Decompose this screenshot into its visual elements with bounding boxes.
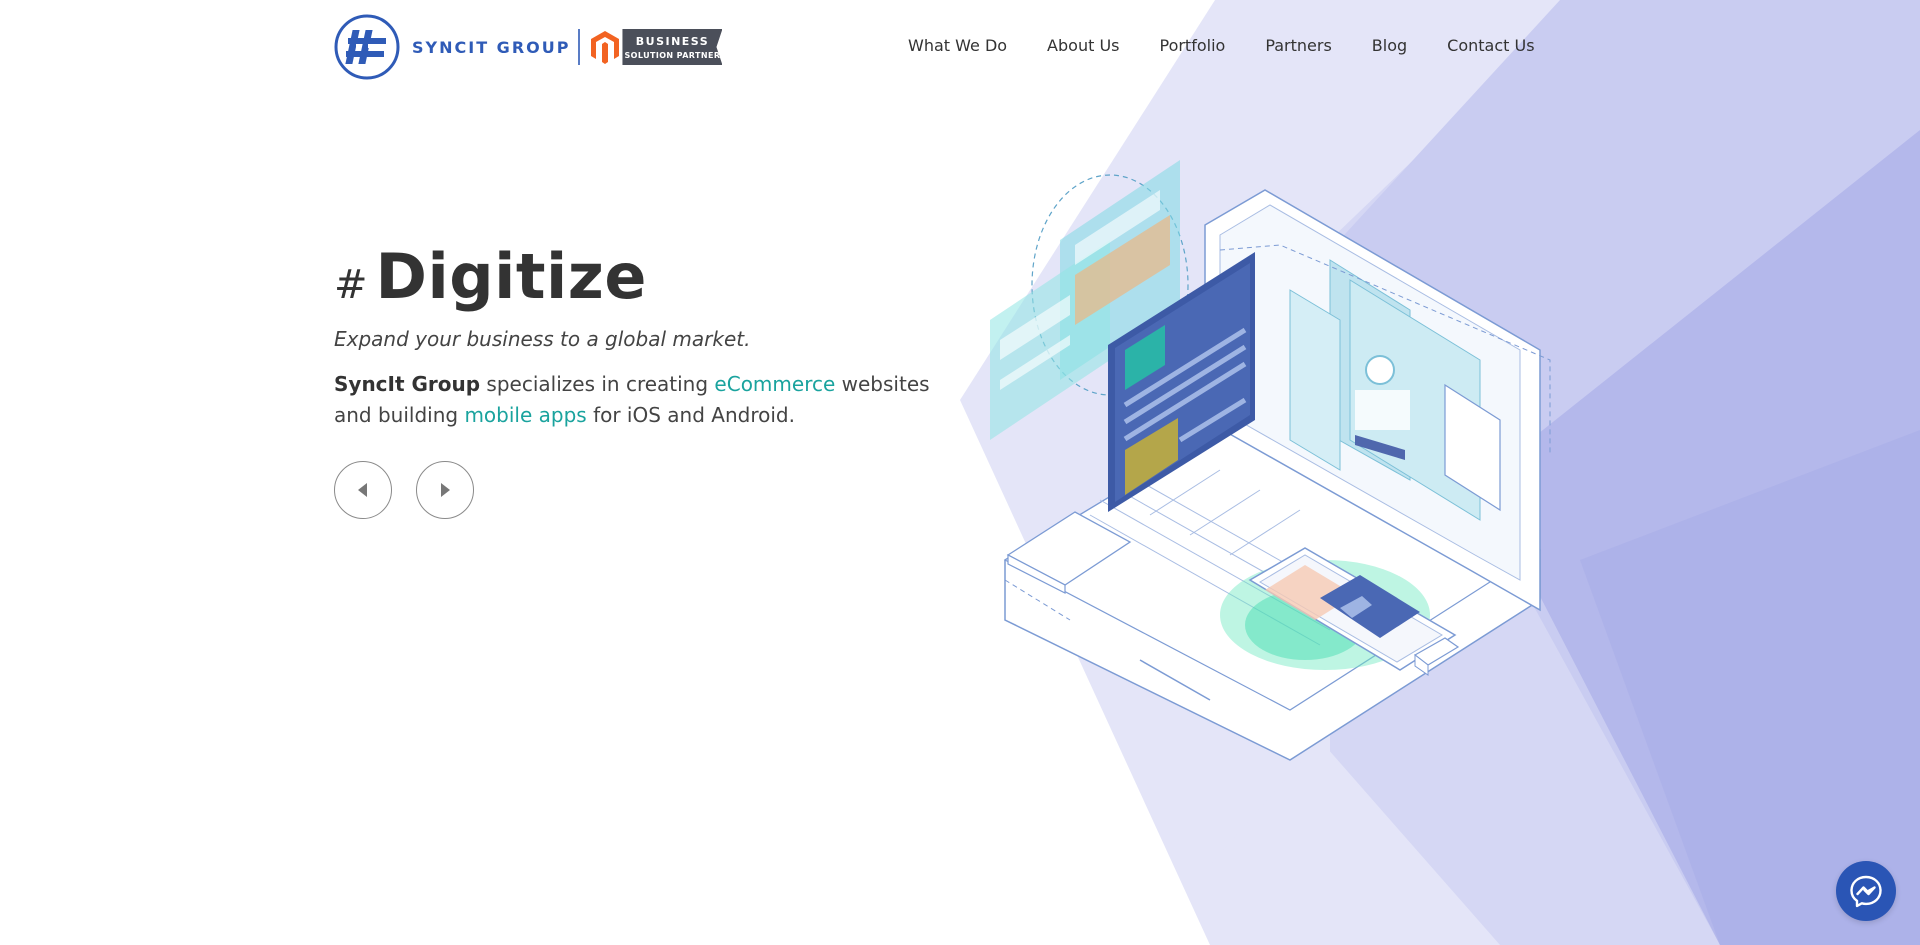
ecommerce-link[interactable]: eCommerce [714, 372, 835, 396]
syncit-logo-icon [334, 14, 400, 80]
nav-about-us[interactable]: About Us [1047, 36, 1119, 55]
messenger-icon [1850, 875, 1882, 908]
magento-icon [591, 31, 620, 64]
next-slide-button[interactable] [416, 461, 474, 519]
magento-partner-badge: BUSINESS SOLUTION PARTNER [590, 29, 723, 65]
brand-name: SyncIt Group [334, 372, 481, 396]
desc-text-1: specializes in creating [480, 372, 715, 396]
nav-blog[interactable]: Blog [1372, 36, 1407, 55]
nav-portfolio[interactable]: Portfolio [1159, 36, 1225, 55]
prev-slide-button[interactable] [334, 461, 392, 519]
mobile-apps-link[interactable]: mobile apps [464, 403, 586, 427]
logo-text: SYNCIT GROUP [412, 37, 571, 57]
hero-subtitle: Expand your business to a global market. [334, 327, 751, 351]
nav-partners[interactable]: Partners [1265, 36, 1331, 55]
logo-divider [578, 29, 581, 65]
hero-illustration [990, 160, 1551, 761]
nav-contact-us[interactable]: Contact Us [1447, 36, 1534, 55]
caret-right-icon [441, 483, 450, 497]
desc-text-3: for iOS and Android. [586, 403, 795, 427]
messenger-chat-button[interactable] [1836, 861, 1896, 921]
hero-section: # Digitize Expand your business to a glo… [334, 240, 954, 519]
hero-description: SyncIt Group specializes in creating eCo… [334, 369, 944, 431]
site-logo[interactable]: SYNCIT GROUP BUSINESS SOLUTION PARTNER [334, 14, 723, 80]
hero-title: # Digitize [334, 240, 954, 313]
badge-top-text: BUSINESS [635, 34, 710, 48]
badge-banner: BUSINESS SOLUTION PARTNER [622, 29, 723, 65]
site-header: SYNCIT GROUP BUSINESS SOLUTION PARTNER W… [0, 0, 1920, 95]
caret-left-icon [358, 483, 367, 497]
slider-controls [334, 461, 954, 519]
badge-bottom-text: SOLUTION PARTNER [624, 50, 721, 60]
hero-title-word: Digitize [375, 240, 647, 313]
hero-hash: # [334, 262, 368, 308]
nav-what-we-do[interactable]: What We Do [908, 36, 1007, 55]
main-nav: What We Do About Us Portfolio Partners B… [908, 36, 1535, 55]
